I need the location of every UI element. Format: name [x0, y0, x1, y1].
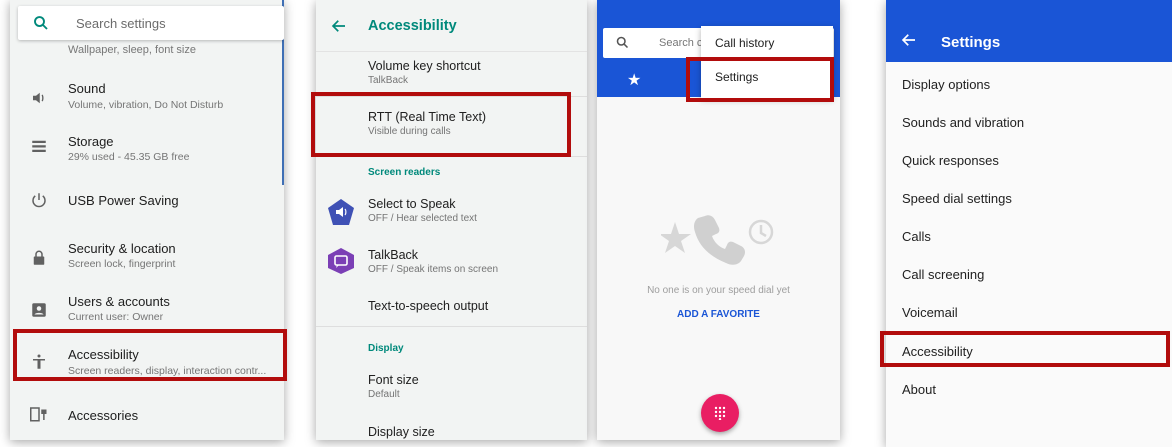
app-bar: Settings [886, 0, 1172, 62]
search-placeholder: Search settings [76, 16, 166, 31]
highlight-rtt [311, 92, 571, 157]
item-title: Display size [368, 425, 435, 439]
speed-dial-empty-illustration-icon [661, 215, 774, 265]
empty-state-text: No one is on your speed dial yet [647, 285, 790, 296]
search-icon [32, 14, 50, 37]
item-title: TalkBack [368, 248, 419, 262]
settings-item-about[interactable]: About [902, 382, 936, 397]
item-title: Security & location [68, 241, 176, 256]
power-icon [28, 189, 50, 211]
display-subtitle-partial: Wallpaper, sleep, font size [68, 44, 196, 56]
dialpad-icon [714, 406, 726, 420]
item-subtitle: Current user: Owner [68, 311, 164, 323]
item-subtitle: OFF / Speak items on screen [368, 264, 499, 275]
add-favorite-button[interactable]: ADD A FAVORITE [597, 309, 840, 320]
dialpad-fab-button[interactable] [701, 394, 739, 432]
accessories-icon [28, 403, 50, 425]
item-title: Sound [68, 81, 106, 96]
item-title: Users & accounts [68, 294, 170, 309]
back-arrow-icon[interactable] [330, 17, 348, 40]
item-subtitle: TalkBack [368, 75, 409, 86]
search-bar[interactable]: Search settings [18, 6, 284, 40]
item-subtitle: Default [368, 389, 400, 400]
talkback-icon [328, 248, 354, 274]
settings-item-storage[interactable]: Storage 29% used - 45.35 GB free [10, 120, 284, 172]
lock-icon [28, 247, 50, 269]
highlight-accessibility-dialer [880, 331, 1170, 367]
item-title: Accessories [68, 408, 139, 423]
favorites-tab-star-icon[interactable]: ★ [627, 70, 641, 90]
settings-item-sounds[interactable]: Sounds and vibration [902, 115, 1024, 130]
settings-item-call-screening[interactable]: Call screening [902, 267, 984, 282]
highlight-accessibility-settings [13, 329, 287, 381]
menu-item-call-history[interactable]: Call history [715, 36, 774, 50]
section-header-display: Display [368, 343, 404, 354]
select-to-speak-icon [328, 199, 354, 225]
dialer-settings-panel: Settings Display options Sounds and vibr… [886, 0, 1172, 447]
settings-item-accessories[interactable]: Accessories [10, 388, 284, 440]
item-title: Text-to-speech output [368, 299, 489, 313]
app-bar: Accessibility [316, 0, 587, 52]
page-title: Accessibility [368, 18, 457, 34]
item-subtitle: Screen lock, fingerprint [68, 258, 176, 270]
item-title: Storage [68, 134, 114, 149]
item-title: Volume key shortcut [368, 59, 481, 73]
storage-icon [28, 135, 50, 157]
item-subtitle: Volume, vibration, Do Not Disturb [68, 99, 224, 111]
divider [316, 326, 587, 327]
item-title: Font size [368, 373, 419, 387]
page-title: Settings [941, 34, 1001, 51]
item-subtitle: OFF / Hear selected text [368, 213, 477, 224]
settings-item-quick-responses[interactable]: Quick responses [902, 153, 999, 168]
settings-item-security[interactable]: Security & location Screen lock, fingerp… [10, 232, 284, 284]
settings-item-calls[interactable]: Calls [902, 229, 931, 244]
settings-item-speed-dial[interactable]: Speed dial settings [902, 191, 1012, 206]
accessibility-panel: Accessibility Volume key shortcut TalkBa… [316, 0, 587, 440]
settings-item-sound[interactable]: Sound Volume, vibration, Do Not Disturb [10, 72, 284, 124]
volume-icon [28, 87, 50, 109]
item-subtitle: 29% used - 45.35 GB free [68, 151, 190, 163]
settings-item-voicemail[interactable]: Voicemail [902, 305, 958, 320]
item-title: USB Power Saving [68, 193, 179, 208]
account-icon [28, 299, 50, 321]
item-title: Select to Speak [368, 197, 456, 211]
search-icon [615, 35, 630, 55]
settings-item-usb-power-saving[interactable]: USB Power Saving [10, 174, 284, 226]
back-arrow-icon[interactable] [900, 31, 918, 54]
settings-item-display-options[interactable]: Display options [902, 77, 990, 92]
highlight-settings-menu [686, 57, 834, 102]
section-header-screen-readers: Screen readers [368, 167, 441, 178]
